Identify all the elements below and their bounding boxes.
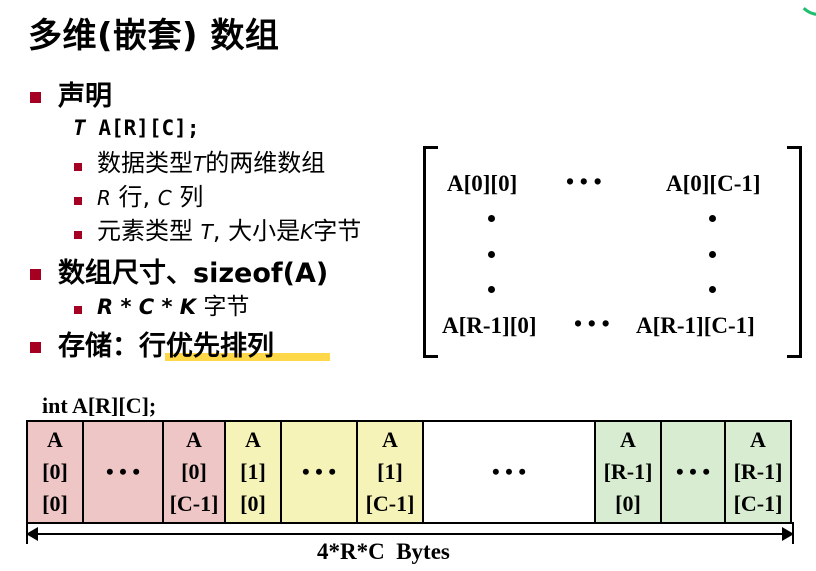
memory-cell: • • • <box>82 420 164 524</box>
vertical-dot <box>488 251 495 258</box>
matrix-right-bracket <box>787 146 802 358</box>
vertical-dot <box>709 286 716 293</box>
text-R-C-K: R * C * K <box>97 295 197 319</box>
cell-line: [R-1] <box>733 459 783 484</box>
matrix-left-bracket <box>423 146 438 358</box>
text-row-major: 行优先排列 <box>139 331 274 362</box>
decl-type: T <box>73 116 86 140</box>
cell-line: [0] <box>181 459 207 484</box>
memory-cell: A [R-1] [0] <box>594 420 662 524</box>
array-size-heading: 数组尺寸、sizeof(A) <box>58 258 329 289</box>
decorative-arc <box>796 0 816 16</box>
vertical-dot <box>709 251 716 258</box>
matrix-bottom-right: A[R-1][C-1] <box>636 313 755 338</box>
cell-line: [C-1] <box>365 491 415 516</box>
cell-line: [0] <box>42 491 68 516</box>
cell-line: [0] <box>240 491 266 516</box>
matrix-top-dots: • • • <box>566 169 602 194</box>
cell-line: [0] <box>42 459 68 484</box>
memory-cell: • • • <box>422 420 596 524</box>
text-datatype: 数据类型 <box>97 149 193 177</box>
cell-line: A <box>186 427 202 452</box>
vertical-dot <box>488 215 495 222</box>
sub-bullet-icon <box>74 224 82 243</box>
text-element-type: 元素类型 <box>97 217 201 245</box>
cell-line: [0] <box>615 491 641 516</box>
memory-cell: A [0] [C-1] <box>162 420 226 524</box>
text-T2: T <box>200 220 213 244</box>
cell-line: • • • <box>675 459 711 484</box>
memory-cell: A [1] [C-1] <box>356 420 424 524</box>
decl-array: A[R][C]; <box>98 116 200 140</box>
text-C: C <box>157 186 172 210</box>
matrix-top-right: A[0][C-1] <box>666 171 761 196</box>
cell-line: • • • <box>105 459 141 484</box>
cell-line: A <box>382 427 398 452</box>
sub-bullet-icon <box>74 190 82 209</box>
cell-line: [R-1] <box>603 459 653 484</box>
text-T: T <box>193 152 206 176</box>
text-2d-array: 的两维数组 <box>205 149 326 177</box>
sub-bullet-rows-cols: R 行, C 列 <box>97 177 203 212</box>
sub-bullet-icon <box>74 156 82 175</box>
sub-bullet-element-type: 元素类型 T, 大小是K字节 <box>97 211 361 246</box>
declare-heading: 声明 <box>58 81 112 112</box>
cell-line: • • • <box>491 459 527 484</box>
memory-cell: A [R-1] [C-1] <box>724 420 792 524</box>
cell-line: [1] <box>240 459 266 484</box>
text-bytes-unit: 字节 <box>196 294 250 320</box>
matrix-bottom-dots: • • • <box>574 311 610 336</box>
total-size-label: 4*R*C Bytes <box>317 539 450 564</box>
memory-declaration: int A[R][C]; <box>42 393 157 418</box>
sub-bullet-datatype: 数据类型T的两维数组 <box>97 143 325 178</box>
cell-line: • • • <box>301 459 337 484</box>
text-R: R <box>97 186 111 210</box>
cell-line: A <box>620 427 636 452</box>
memory-cell: • • • <box>280 420 358 524</box>
cell-line: [C-1] <box>733 491 783 516</box>
cell-line: A <box>245 427 261 452</box>
memory-cell: A [0] [0] <box>26 420 84 524</box>
vertical-dot <box>709 215 716 222</box>
matrix-bottom-left: A[R-1][0] <box>442 313 537 338</box>
declaration-code: T A[R][C]; <box>73 116 199 140</box>
text-bytes: 字节 <box>313 217 362 245</box>
bullet-square-icon <box>30 88 41 107</box>
vertical-dot <box>488 286 495 293</box>
matrix-top-left: A[0][0] <box>447 171 518 196</box>
text-rows: 行, <box>110 183 158 211</box>
span-arrow-line <box>28 533 792 535</box>
cell-line: [C-1] <box>169 491 219 516</box>
slide-title: 多维(嵌套) 数组 <box>28 16 280 56</box>
text-storage: 存储： <box>58 331 139 362</box>
arrow-right-icon <box>782 527 794 541</box>
size-formula: R * C * K 字节 <box>97 287 249 321</box>
cell-line: A <box>47 427 63 452</box>
sub-bullet-icon <box>74 299 82 318</box>
storage-heading: 存储：行优先排列 <box>58 324 274 363</box>
memory-cell: A [1] [0] <box>224 420 282 524</box>
memory-cell: • • • <box>660 420 726 524</box>
cell-line: A <box>750 427 766 452</box>
bullet-square-icon <box>30 265 41 284</box>
bullet-square-icon <box>30 338 41 357</box>
text-K: K <box>300 220 314 244</box>
text-size-is: , 大小是 <box>212 217 301 245</box>
cell-line: [1] <box>377 459 403 484</box>
text-cols: 列 <box>171 183 204 211</box>
arrow-left-icon <box>26 527 38 541</box>
